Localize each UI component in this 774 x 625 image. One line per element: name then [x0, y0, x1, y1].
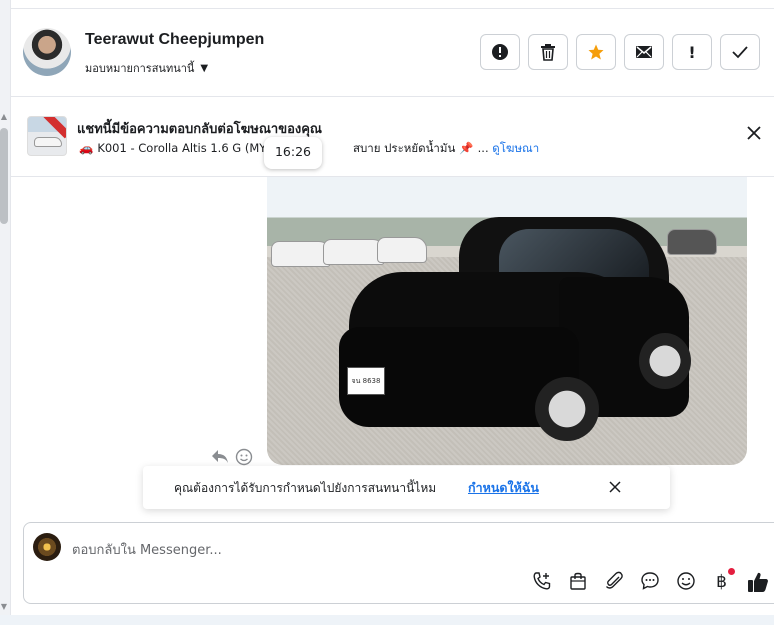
car-photo-message[interactable]: จน 8638	[267, 177, 747, 465]
emoji-button[interactable]	[674, 571, 697, 594]
car-icon: 🚗	[79, 141, 94, 155]
contact-name[interactable]: Teerawut Cheepjumpen	[85, 31, 264, 49]
assign-prompt-text: คุณต้องการได้รับการกำหนดไปยังการสนทนานี้…	[174, 481, 437, 495]
rear-wheel	[639, 333, 691, 389]
report-button[interactable]	[480, 34, 520, 70]
reply-icon[interactable]	[211, 448, 229, 464]
pin-icon: 📌	[459, 141, 474, 155]
call-button[interactable]	[530, 571, 553, 594]
sale-ribbon	[43, 117, 66, 139]
trash-icon	[541, 44, 555, 61]
saved-reply-button[interactable]	[638, 571, 661, 594]
follow-up-button[interactable]: !	[672, 34, 712, 70]
close-icon	[609, 481, 621, 493]
banner-title: แชทนี้มีข้อความตอบกลับต่อโฆษณาของคุณ	[77, 122, 322, 137]
payment-button[interactable]: ฿	[710, 568, 735, 594]
view-ad-link[interactable]: ดูโฆษณา	[492, 141, 539, 155]
mark-unread-button[interactable]	[624, 34, 664, 70]
close-icon	[747, 126, 761, 140]
star-button[interactable]	[576, 34, 616, 70]
react-smiley-icon[interactable]	[235, 448, 253, 466]
contact-avatar[interactable]	[23, 28, 71, 76]
close-banner-button[interactable]	[744, 125, 764, 145]
ad-name-prefix: K001 - Corolla Altis 1.6 G (MY14	[97, 141, 281, 155]
ellipsis: ...	[477, 141, 489, 155]
phone-plus-icon	[532, 572, 550, 590]
check-icon	[732, 46, 748, 59]
inbox-chat-panel: ▲ ▼ Teerawut Cheepjumpen มอบหมายการสนทนา…	[0, 0, 774, 625]
assign-to-me-link[interactable]: กำหนดให้ฉัน	[468, 478, 539, 498]
message-actions	[211, 448, 253, 466]
bottom-strip	[0, 615, 774, 625]
baht-icon: ฿	[716, 572, 727, 592]
delete-button[interactable]	[528, 34, 568, 70]
done-button[interactable]	[720, 34, 760, 70]
left-scroll-rail: ▲ ▼	[0, 0, 11, 625]
scrollbar-thumb[interactable]	[0, 128, 8, 224]
car-thumbnail-image	[34, 137, 62, 147]
message-composer: ตอบกลับใน Messenger... ฿	[23, 522, 774, 604]
reply-input[interactable]: ตอบกลับใน Messenger...	[72, 539, 222, 560]
header-actions: !	[480, 34, 760, 70]
paperclip-icon	[605, 571, 623, 589]
star-icon	[588, 44, 604, 60]
thumbs-up-icon	[747, 572, 768, 592]
caret-down-icon: ▼	[200, 62, 209, 74]
page-avatar	[33, 533, 61, 561]
composer-toolbar: ฿	[530, 568, 769, 594]
close-toast-button[interactable]	[609, 478, 621, 497]
license-plate: จน 8638	[347, 367, 385, 395]
ad-thumbnail[interactable]	[27, 116, 67, 156]
envelope-icon	[636, 46, 652, 58]
conversation-header: Teerawut Cheepjumpen มอบหมายการสนทนานี้ …	[11, 9, 774, 97]
message-timestamp-tooltip: 16:26	[264, 137, 322, 169]
assign-prompt-toast: คุณต้องการได้รับการกำหนดไปยังการสนทนานี้…	[143, 466, 670, 509]
like-button[interactable]	[746, 571, 769, 594]
black-hatchback-car: จน 8638	[339, 217, 691, 447]
front-wheel	[535, 377, 599, 441]
scroll-down-arrow-icon[interactable]: ▼	[0, 602, 8, 611]
assign-label: มอบหมายการสนทนานี้	[85, 62, 195, 75]
shopping-bag-icon	[569, 572, 586, 590]
shop-button[interactable]	[566, 571, 589, 594]
background-car	[271, 241, 331, 267]
notification-dot	[728, 568, 735, 575]
assign-conversation-dropdown[interactable]: มอบหมายการสนทนานี้ ▼	[85, 59, 208, 77]
smiley-icon	[676, 572, 695, 590]
ad-name-suffix: สบาย ประหยัดน้ำมัน	[352, 141, 456, 155]
attach-button[interactable]	[602, 571, 625, 594]
chat-bubble-icon	[640, 572, 659, 590]
scroll-up-arrow-icon[interactable]: ▲	[0, 112, 8, 121]
exclamation-icon: !	[688, 42, 696, 62]
ad-reply-banner: แชทนี้มีข้อความตอบกลับต่อโฆษณาของคุณ 🚗 K0…	[11, 97, 774, 177]
alert-circle-icon	[492, 44, 508, 60]
